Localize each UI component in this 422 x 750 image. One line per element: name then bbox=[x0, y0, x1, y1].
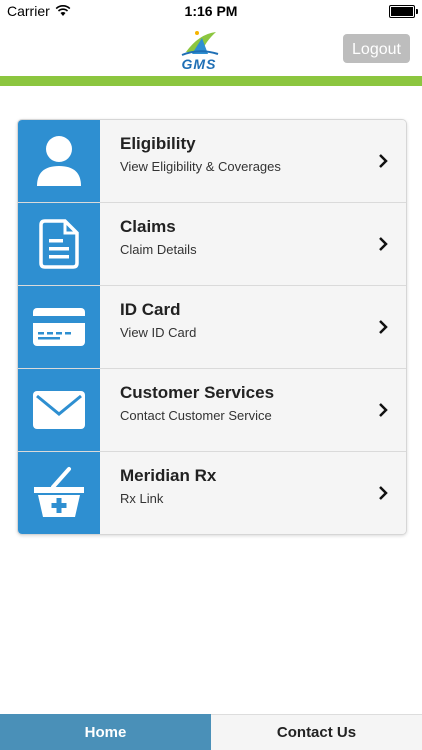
tab-contact-us[interactable]: Contact Us bbox=[211, 714, 422, 750]
logo-mark-icon bbox=[181, 31, 219, 56]
menu-subtitle: View Eligibility & Coverages bbox=[120, 159, 281, 174]
menu-subtitle: Rx Link bbox=[120, 491, 164, 506]
menu-icon-box bbox=[18, 369, 100, 451]
logo-text: GMS bbox=[181, 56, 217, 72]
envelope-icon bbox=[33, 391, 85, 429]
clock: 1:16 PM bbox=[184, 3, 238, 19]
gms-logo: GMS bbox=[172, 28, 226, 72]
menu-title: ID Card bbox=[120, 300, 181, 319]
menu-title: Eligibility bbox=[120, 134, 196, 153]
menu-icon-box bbox=[18, 120, 100, 202]
menu-subtitle: Claim Details bbox=[120, 242, 197, 257]
menu-icon-box bbox=[18, 203, 100, 285]
menu-item-eligibility[interactable]: Eligibility View Eligibility & Coverages bbox=[18, 120, 406, 203]
menu-icon-box bbox=[18, 286, 100, 368]
id-card-icon bbox=[33, 308, 85, 346]
chevron-right-icon bbox=[379, 320, 388, 334]
menu-subtitle: Contact Customer Service bbox=[120, 408, 272, 423]
medical-basket-icon bbox=[34, 467, 84, 517]
header-accent-bar bbox=[0, 76, 422, 86]
menu-item-claims[interactable]: Claims Claim Details bbox=[18, 203, 406, 286]
menu-title: Meridian Rx bbox=[120, 466, 217, 485]
menu-icon-box bbox=[18, 452, 100, 534]
app-header: GMS Logout bbox=[0, 22, 422, 76]
menu-item-customer-services[interactable]: Customer Services Contact Customer Servi… bbox=[18, 369, 406, 452]
menu-title: Claims bbox=[120, 217, 176, 236]
menu-item-id-card[interactable]: ID Card View ID Card bbox=[18, 286, 406, 369]
chevron-right-icon bbox=[379, 237, 388, 251]
menu-subtitle: View ID Card bbox=[120, 325, 197, 340]
menu-title: Customer Services bbox=[120, 383, 275, 402]
menu-list: Eligibility View Eligibility & Coverages… bbox=[17, 119, 407, 535]
status-bar: Carrier 1:16 PM bbox=[0, 0, 422, 22]
battery-icon bbox=[389, 5, 418, 18]
chevron-right-icon bbox=[379, 403, 388, 417]
bottom-tab-bar: Home Contact Us bbox=[0, 714, 422, 750]
tab-home[interactable]: Home bbox=[0, 714, 211, 750]
chevron-right-icon bbox=[379, 154, 388, 168]
document-icon bbox=[39, 219, 79, 269]
menu-item-meridian-rx[interactable]: Meridian Rx Rx Link bbox=[18, 452, 406, 534]
chevron-right-icon bbox=[379, 486, 388, 500]
person-icon bbox=[37, 136, 81, 186]
logout-button[interactable]: Logout bbox=[343, 34, 410, 63]
